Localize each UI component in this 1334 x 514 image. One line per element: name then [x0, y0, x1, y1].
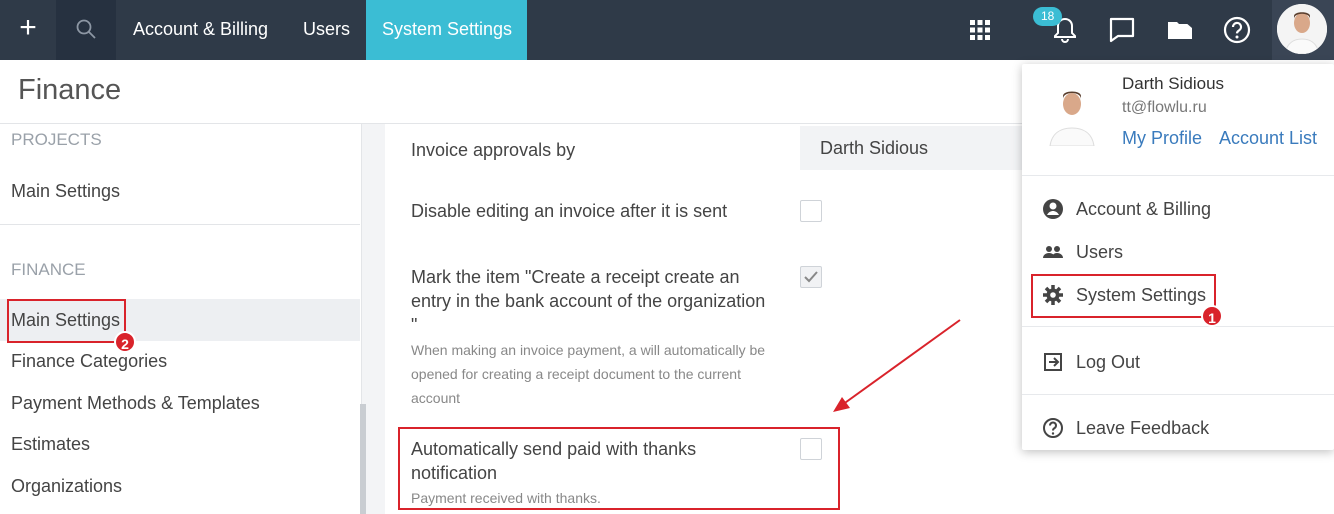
disable-editing-label: Disable editing an invoice after it is s…: [411, 201, 728, 221]
mark-item-checkbox[interactable]: [800, 266, 822, 288]
user-name: Darth Sidious: [1122, 74, 1225, 93]
disable-editing-checkbox[interactable]: [800, 200, 822, 222]
tab-users[interactable]: Users: [287, 0, 366, 60]
user-avatar-button[interactable]: [1272, 0, 1334, 60]
menu-item-log-out[interactable]: Log Out: [1042, 347, 1322, 377]
notification-badge: 18: [1033, 7, 1063, 26]
user-email: tt@flowlu.ru: [1122, 99, 1207, 116]
menu-item-users[interactable]: Users: [1042, 237, 1322, 267]
menu-item-label: Log Out: [1076, 352, 1141, 372]
menu-item-label: Account & Billing: [1076, 199, 1212, 219]
my-profile-link[interactable]: My Profile: [1122, 128, 1202, 149]
sidebar-divider: [0, 224, 360, 225]
sidebar-item-payment-methods[interactable]: Payment Methods & Templates: [0, 382, 360, 424]
menu-item-label: Users: [1076, 242, 1124, 262]
tab-system-settings[interactable]: System Settings: [366, 0, 527, 60]
tab-account-billing[interactable]: Account & Billing: [117, 0, 284, 60]
page-title: Finance: [18, 74, 122, 106]
user-dropdown-menu: Darth Sidious tt@flowlu.ru My Profile Ac…: [1022, 64, 1334, 450]
account-circle-icon: [1043, 199, 1063, 219]
menu-divider: [1022, 326, 1334, 327]
checkmark-icon: [804, 271, 818, 283]
invoice-approvals-select[interactable]: Darth Sidious: [800, 126, 1030, 170]
search-button[interactable]: [56, 0, 116, 60]
search-icon: [76, 19, 96, 39]
apps-grid-icon[interactable]: [964, 14, 996, 46]
sidebar-item-estimates[interactable]: Estimates: [0, 423, 360, 465]
account-list-link[interactable]: Account List: [1219, 128, 1317, 149]
add-icon[interactable]: +: [0, 0, 56, 60]
sidebar-scrollbar[interactable]: [360, 404, 366, 514]
menu-item-account-billing[interactable]: Account & Billing: [1042, 194, 1322, 224]
highlight-box-auto-send: [398, 427, 840, 510]
step-marker-1: 1: [1201, 305, 1223, 327]
help-circle-icon: [1043, 418, 1063, 438]
invoice-approvals-label: Invoice approvals by: [411, 140, 576, 160]
sidebar-section-finance: FINANCE: [11, 260, 86, 279]
users-icon: [1043, 246, 1063, 258]
menu-divider: [1022, 175, 1334, 176]
pointer-arrow: [833, 319, 961, 412]
mark-item-label: Mark the item "Create a receipt create a…: [411, 267, 766, 335]
menu-divider: [1022, 394, 1334, 395]
sidebar-section-projects: PROJECTS: [11, 130, 102, 149]
logout-icon: [1044, 353, 1062, 371]
highlight-box-system-settings: [1031, 274, 1216, 318]
top-navigation-bar: + Account & Billing Users System Setting…: [0, 0, 1334, 60]
avatar: [1277, 4, 1327, 54]
mark-item-help: When making an invoice payment, a will a…: [411, 342, 766, 406]
sidebar-item-finance-categories[interactable]: Finance Categories: [0, 340, 360, 382]
sidebar-item-projects-main-settings[interactable]: Main Settings: [0, 170, 360, 212]
menu-item-label: Leave Feedback: [1076, 418, 1210, 438]
folder-icon[interactable]: [1164, 14, 1196, 46]
help-icon[interactable]: [1221, 14, 1253, 46]
profile-photo: [1049, 91, 1095, 146]
sidebar-item-organizations[interactable]: Organizations: [0, 465, 360, 507]
menu-item-leave-feedback[interactable]: Leave Feedback: [1042, 413, 1322, 443]
highlight-box-main-settings: [7, 299, 126, 343]
chat-icon[interactable]: [1106, 14, 1138, 46]
step-marker-2: 2: [114, 331, 136, 353]
